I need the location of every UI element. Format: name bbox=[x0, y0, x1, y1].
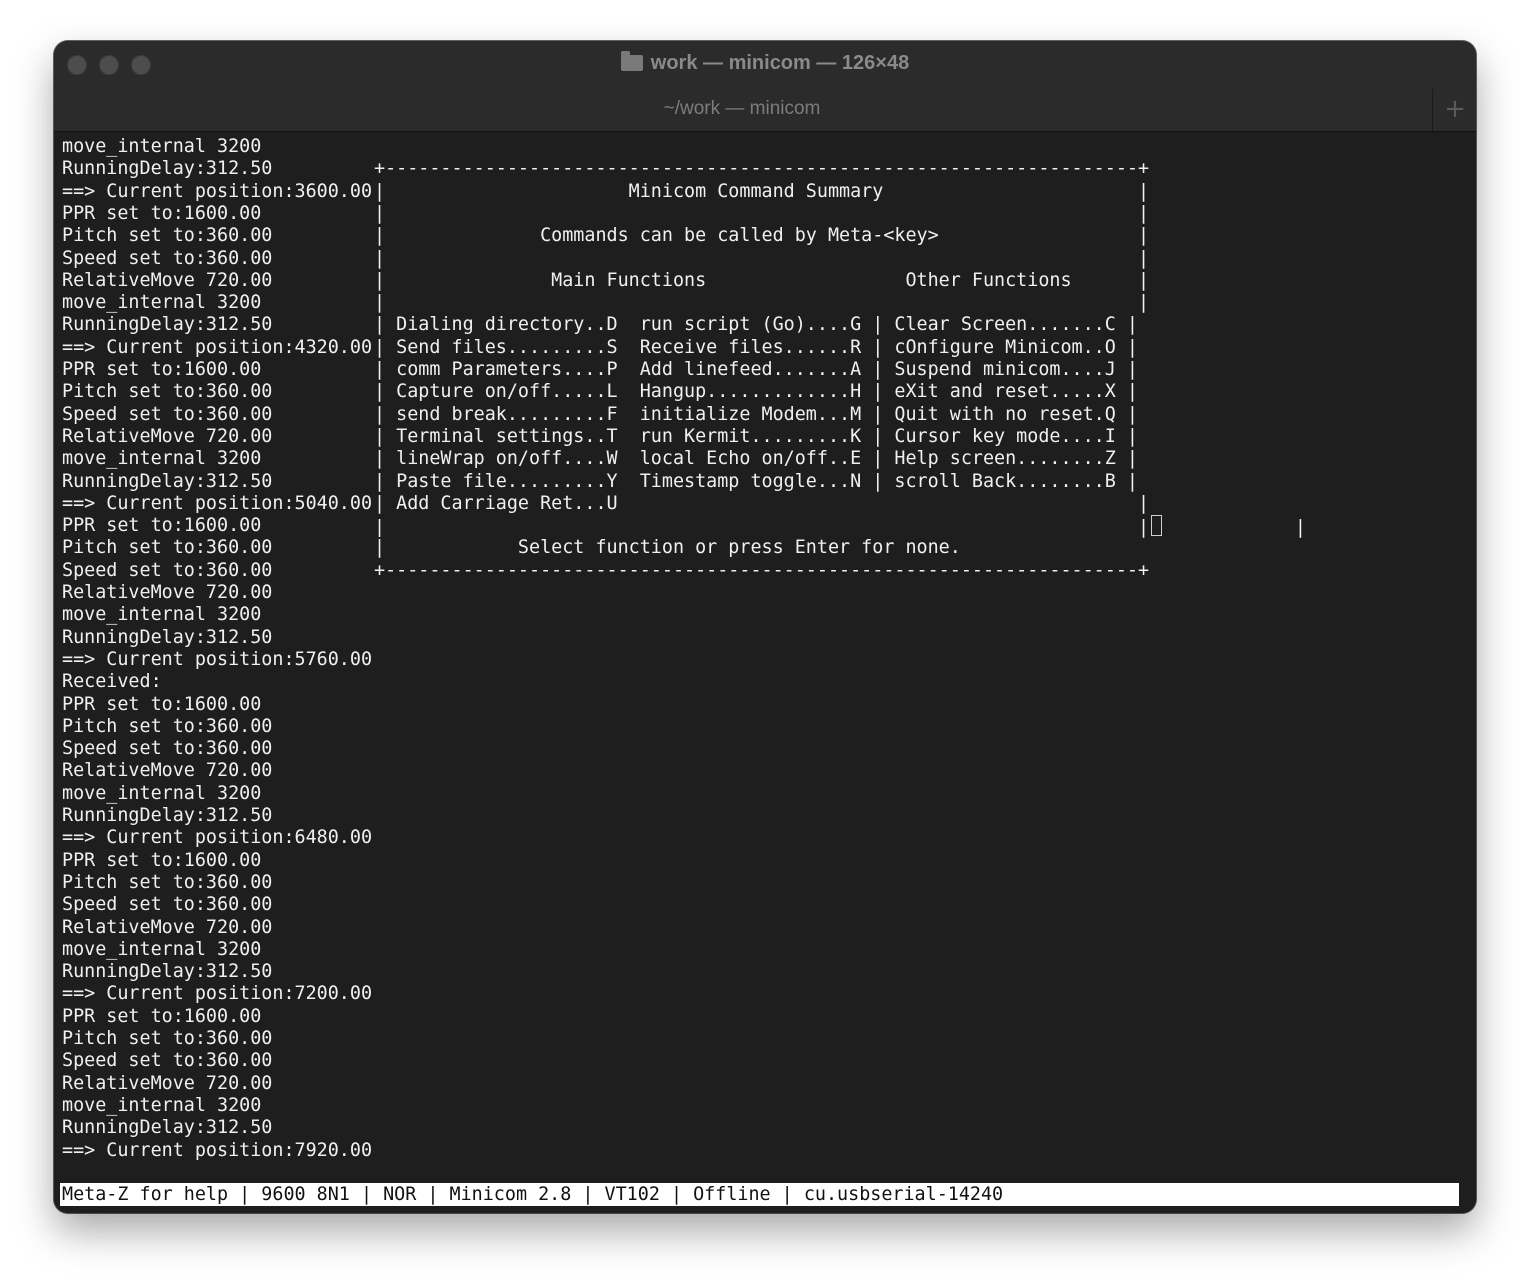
summary-box-text: +---------------------------------------… bbox=[374, 559, 1150, 581]
terminal-line: PPR set to:1600.00 bbox=[62, 515, 262, 537]
terminal-line: RunningDelay:312.50 bbox=[62, 314, 273, 336]
terminal-line: ==> Current position:5040.00 bbox=[62, 492, 373, 514]
tab-minicom[interactable]: ~/work — minicom bbox=[54, 89, 1430, 131]
summary-box-line: | comm Parameters....P Add linefeed.....… bbox=[374, 359, 1138, 382]
folder-icon bbox=[620, 51, 643, 71]
summary-box-line: | Main Functions Other Functions | bbox=[374, 269, 1150, 293]
summary-box-line: | Terminal settings..T run Kermit.......… bbox=[374, 425, 1138, 449]
terminal-line: RelativeMove 720.00 bbox=[62, 425, 273, 447]
terminal-line: Speed set to:360.00 bbox=[62, 738, 273, 760]
summary-box-text: | Dialing directory..D run script (Go)..… bbox=[374, 314, 1138, 336]
terminal-line: RunningDelay:312.50 bbox=[62, 470, 273, 492]
terminal-line: Pitch set to:360.00 bbox=[62, 871, 273, 893]
terminal-line: RelativeMove 720.00 bbox=[62, 916, 273, 938]
summary-box-text: | Paste file.........Y Timestamp toggle.… bbox=[374, 470, 1138, 492]
summary-box-line: | Minicom Command Summary | bbox=[374, 180, 1150, 203]
status-bar: Meta-Z for help | 9600 8N1 | NOR | Minic… bbox=[60, 1183, 1459, 1206]
terminal-line: PPR set to:1600.00 bbox=[62, 1005, 262, 1027]
new-tab-button[interactable]: + bbox=[1432, 89, 1476, 131]
summary-box-text: | Add Carriage Ret...U | bbox=[374, 492, 1150, 514]
summary-box-line: | Send files.........S Receive files....… bbox=[374, 336, 1138, 359]
terminal-line: RelativeMove 720.00 bbox=[62, 760, 273, 782]
terminal-line: RunningDelay:312.50 bbox=[62, 158, 273, 180]
summary-box-text: | Commands can be called by Meta-<key> | bbox=[374, 225, 1150, 247]
summary-box-line: | Dialing directory..D run script (Go)..… bbox=[374, 314, 1138, 337]
summary-box-text: | | bbox=[374, 517, 1150, 539]
terminal-line: RunningDelay:312.50 bbox=[62, 805, 273, 826]
terminal-line: move_internal 3200 bbox=[62, 938, 262, 960]
terminal-line: RelativeMove 720.00 bbox=[62, 1072, 273, 1094]
terminal-line: Speed set to:360.00 bbox=[62, 403, 273, 425]
terminal-line: Pitch set to:360.00 bbox=[62, 225, 273, 247]
terminal-line: Speed set to:360.00 bbox=[62, 247, 273, 269]
terminal-line: Speed set to:360.00 bbox=[62, 1050, 273, 1072]
summary-box-line: +---------------------------------------… bbox=[374, 158, 1150, 181]
terminal-line: Speed set to:360.00 bbox=[62, 894, 273, 916]
summary-box-line: | | | bbox=[374, 515, 1306, 539]
summary-box-text: | Send files.........S Receive files....… bbox=[374, 336, 1138, 358]
terminal-line: move_internal 3200 bbox=[62, 604, 262, 626]
summary-box-text: | lineWrap on/off....W local Echo on/off… bbox=[374, 448, 1138, 470]
window-title-text: work — minicom — 126×48 bbox=[650, 52, 910, 74]
summary-box-line: | | bbox=[374, 247, 1150, 270]
terminal-line: PPR set to:1600.00 bbox=[62, 849, 262, 871]
terminal-line: move_internal 3200 bbox=[62, 136, 262, 157]
terminal-line: RelativeMove 720.00 bbox=[62, 269, 273, 291]
terminal-line: RelativeMove 720.00 bbox=[62, 582, 273, 603]
summary-box-text: | Terminal settings..T run Kermit.......… bbox=[374, 425, 1138, 447]
summary-box-text: | send break.........F initialize Modem.… bbox=[374, 403, 1138, 425]
text-cursor bbox=[1151, 515, 1163, 537]
summary-box-text: | Select function or press Enter for non… bbox=[374, 537, 961, 559]
terminal-line: ==> Current position:5760.00 bbox=[62, 648, 373, 670]
terminal-window: work — minicom — 126×48 ~/work — minicom… bbox=[54, 41, 1476, 1213]
summary-box-text: +---------------------------------------… bbox=[374, 158, 1150, 180]
terminal-line: Pitch set to:360.00 bbox=[62, 1028, 273, 1049]
summary-box-text: | Capture on/off.....L Hangup...........… bbox=[374, 381, 1138, 403]
summary-box-line: | Select function or press Enter for non… bbox=[374, 537, 961, 560]
window-title: work — minicom — 126×48 bbox=[54, 49, 1476, 77]
terminal-line: ==> Current position:3600.00 bbox=[62, 180, 373, 202]
summary-box-line: | Add Carriage Ret...U | bbox=[374, 492, 1150, 516]
title-bar: work — minicom — 126×48 ~/work — minicom… bbox=[54, 41, 1476, 132]
terminal-line: move_internal 3200 bbox=[62, 782, 262, 804]
terminal-line: ==> Current position:7200.00 bbox=[62, 983, 373, 1005]
terminal-line: ==> Current position:7920.00 bbox=[62, 1139, 373, 1161]
terminal-line: Pitch set to:360.00 bbox=[62, 715, 273, 737]
summary-box-border: | bbox=[1162, 517, 1306, 539]
terminal-line: move_internal 3200 bbox=[62, 1094, 262, 1116]
summary-box-line: | lineWrap on/off....W local Echo on/off… bbox=[374, 448, 1138, 471]
summary-box-text: | comm Parameters....P Add linefeed.....… bbox=[374, 359, 1138, 380]
summary-box-text: | | bbox=[374, 202, 1150, 224]
terminal-line: PPR set to:1600.00 bbox=[62, 359, 262, 380]
terminal-line: PPR set to:1600.00 bbox=[62, 693, 262, 715]
summary-box-text: | | bbox=[374, 247, 1150, 269]
summary-box-line: | Commands can be called by Meta-<key> | bbox=[374, 225, 1150, 248]
terminal-line: RunningDelay:312.50 bbox=[62, 1117, 273, 1139]
terminal-line: Speed set to:360.00 bbox=[62, 559, 273, 581]
summary-box-line: | Capture on/off.....L Hangup...........… bbox=[374, 381, 1138, 404]
terminal-line: RunningDelay:312.50 bbox=[62, 961, 273, 983]
terminal-line: Pitch set to:360.00 bbox=[62, 381, 273, 403]
terminal-line: move_internal 3200 bbox=[62, 448, 262, 470]
terminal-line: ==> Current position:6480.00 bbox=[62, 827, 373, 849]
summary-box-text: | Main Functions Other Functions | bbox=[374, 269, 1150, 291]
summary-box-line: +---------------------------------------… bbox=[374, 559, 1150, 582]
terminal-line: ==> Current position:4320.00 bbox=[62, 336, 373, 358]
summary-box-line: | | bbox=[374, 202, 1150, 226]
terminal-line: Received: bbox=[62, 671, 162, 693]
summary-box-text: | Minicom Command Summary | bbox=[374, 180, 1150, 202]
terminal-line: Pitch set to:360.00 bbox=[62, 537, 273, 559]
terminal-line: RunningDelay:312.50 bbox=[62, 626, 273, 648]
terminal-screen[interactable]: move_internal 3200 RunningDelay:312.50 ==>… bbox=[54, 132, 1476, 1213]
terminal-line: move_internal 3200 bbox=[62, 292, 262, 314]
terminal-line: PPR set to:1600.00 bbox=[62, 202, 262, 224]
summary-box-line: | send break.........F initialize Modem.… bbox=[374, 403, 1138, 426]
summary-box-line: | Paste file.........Y Timestamp toggle.… bbox=[374, 470, 1138, 493]
summary-box-text: | | bbox=[374, 292, 1150, 314]
summary-box-line: | | bbox=[374, 292, 1150, 315]
